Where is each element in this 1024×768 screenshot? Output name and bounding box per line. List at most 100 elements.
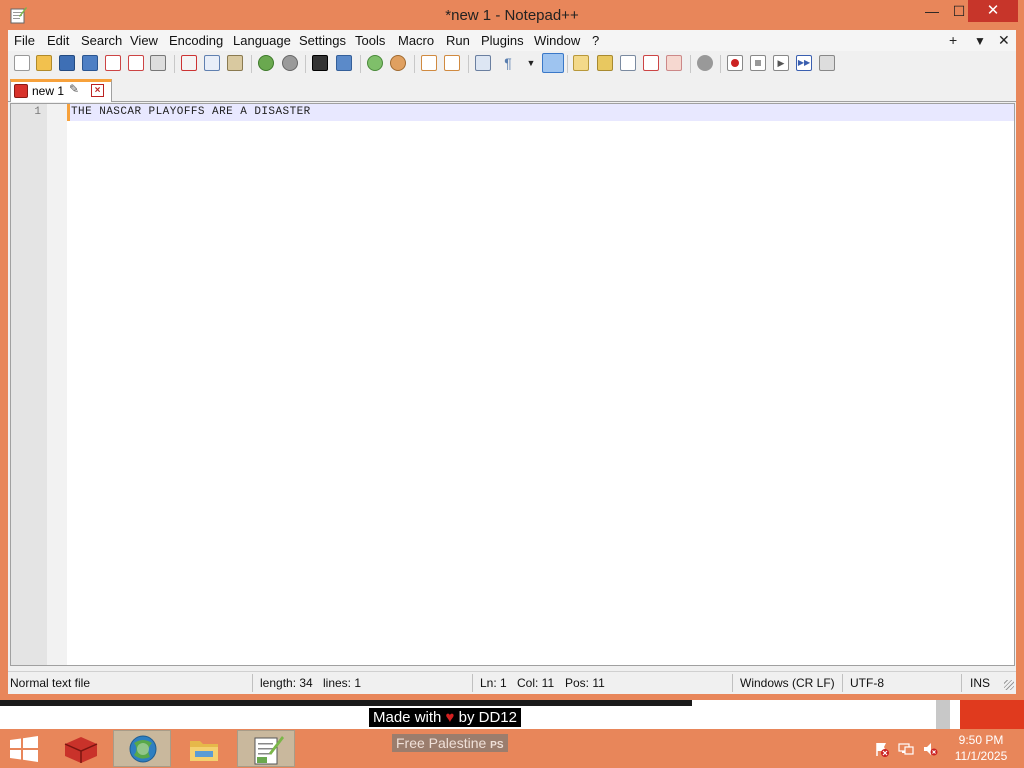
- menu-macro[interactable]: Macro: [398, 33, 434, 48]
- title-bar[interactable]: *new 1 - Notepad++ — ☐ ✕: [0, 0, 1024, 30]
- menu-language[interactable]: Language: [233, 33, 291, 48]
- clock-time: 9:50 PM: [958, 733, 1004, 747]
- zoom-in-icon[interactable]: [367, 55, 383, 71]
- record-macro-icon[interactable]: [727, 55, 743, 71]
- pin-icon[interactable]: ✎: [69, 82, 79, 96]
- doc-map-icon[interactable]: [597, 55, 613, 71]
- menu-run[interactable]: Run: [446, 33, 470, 48]
- windows-start-icon[interactable]: [10, 736, 38, 762]
- stop-macro-icon[interactable]: [750, 55, 766, 71]
- network-icon[interactable]: [898, 741, 914, 757]
- taskbar-app-notepadpp[interactable]: [237, 730, 295, 767]
- menu-search[interactable]: Search: [81, 33, 122, 48]
- editor-line-text[interactable]: THE NASCAR PLAYOFFS ARE A DISASTER: [71, 106, 311, 118]
- unsaved-file-icon: [14, 84, 28, 98]
- toolbar-separator: [720, 55, 721, 73]
- sync-v-icon[interactable]: [421, 55, 437, 71]
- udl-icon[interactable]: [573, 55, 589, 71]
- status-position: Pos: 11: [565, 676, 605, 690]
- free-palestine-text: Free Palestine: [396, 735, 487, 751]
- toolbar-separator: [414, 55, 415, 73]
- taskbar-app-red[interactable]: [52, 730, 110, 767]
- menu-bar: File Edit Search View Encoding Language …: [8, 30, 1016, 51]
- volume-muted-icon[interactable]: [922, 741, 938, 757]
- dropdown-arrow-icon[interactable]: ▼: [523, 55, 539, 71]
- copy-icon[interactable]: [204, 55, 220, 71]
- taskbar-app-browser[interactable]: [113, 730, 171, 767]
- find-icon[interactable]: [312, 55, 328, 71]
- overlay-strip: Made with ♥ by DD12: [0, 700, 1024, 729]
- undo-icon[interactable]: [258, 55, 274, 71]
- red-app-icon: [64, 737, 98, 763]
- menu-window[interactable]: Window: [534, 33, 580, 48]
- menu-help[interactable]: ?: [592, 33, 599, 48]
- taskbar-row: Free Palestine PS 9:50 PM 11/1/2025: [0, 729, 1024, 768]
- status-encoding[interactable]: UTF-8: [850, 676, 884, 690]
- paste-icon[interactable]: [227, 55, 243, 71]
- close-icon[interactable]: [105, 55, 121, 71]
- open-file-icon[interactable]: [36, 55, 52, 71]
- browser-globe-icon: [129, 735, 157, 763]
- taskbar-app-explorer[interactable]: [175, 730, 233, 767]
- word-wrap-icon[interactable]: [475, 55, 491, 71]
- tab-close-icon[interactable]: ×: [91, 84, 104, 97]
- status-separator: [961, 674, 962, 692]
- new-file-icon[interactable]: [14, 55, 30, 71]
- folder-workspace-icon[interactable]: [643, 55, 659, 71]
- tab-list-dropdown-button[interactable]: ▼: [974, 34, 986, 48]
- menu-file[interactable]: File: [14, 33, 35, 48]
- tab-label: new 1: [32, 84, 65, 98]
- run-macro-multiple-icon[interactable]: ▶▶: [796, 55, 812, 71]
- save-macro-icon[interactable]: [819, 55, 835, 71]
- clock-date: 11/1/2025: [954, 749, 1008, 763]
- close-all-icon[interactable]: [128, 55, 144, 71]
- status-separator: [842, 674, 843, 692]
- redo-icon[interactable]: [282, 55, 298, 71]
- client-area: File Edit Search View Encoding Language …: [8, 30, 1016, 694]
- status-bar: Normal text file length: 34 lines: 1 Ln:…: [8, 671, 1016, 693]
- cut-icon[interactable]: [181, 55, 197, 71]
- print-icon[interactable]: [150, 55, 166, 71]
- system-clock[interactable]: 9:50 PM 11/1/2025: [952, 732, 1010, 764]
- status-length: length: 34: [260, 676, 313, 690]
- monitoring-icon[interactable]: [666, 55, 682, 71]
- notepadpp-window: *new 1 - Notepad++ — ☐ ✕ File Edit Searc…: [0, 0, 1024, 700]
- show-all-chars-icon[interactable]: ¶: [500, 55, 516, 71]
- new-tab-plus-button[interactable]: +: [949, 32, 957, 48]
- tab-new-1[interactable]: new 1 ✎ ×: [10, 79, 112, 102]
- menu-edit[interactable]: Edit: [47, 33, 69, 48]
- speech-bubble-icon[interactable]: [697, 55, 713, 71]
- menu-plugins[interactable]: Plugins: [481, 33, 524, 48]
- action-center-flag-icon[interactable]: [874, 741, 890, 757]
- taskbar: Made with ♥ by DD12 Free Palestine PS 9:…: [0, 700, 1024, 768]
- status-file-type: Normal text file: [10, 676, 91, 690]
- close-document-button[interactable]: ✕: [998, 32, 1010, 49]
- status-separator: [472, 674, 473, 692]
- toolbar-separator: [690, 55, 691, 73]
- free-palestine-tag: PS: [490, 740, 504, 751]
- status-eol[interactable]: Windows (CR LF): [740, 676, 835, 690]
- zoom-out-icon[interactable]: [390, 55, 406, 71]
- made-with-banner: Made with ♥ by DD12: [369, 708, 521, 727]
- window-title: *new 1 - Notepad++: [445, 7, 579, 24]
- status-separator: [252, 674, 253, 692]
- indent-guide-icon[interactable]: [542, 53, 564, 73]
- function-list-icon[interactable]: [620, 55, 636, 71]
- status-insert-mode[interactable]: INS: [970, 676, 990, 690]
- status-column: Col: 11: [517, 676, 555, 690]
- text-editor[interactable]: 1 THE NASCAR PLAYOFFS ARE A DISASTER: [10, 103, 1015, 666]
- play-macro-icon[interactable]: ▶: [773, 55, 789, 71]
- save-icon[interactable]: [59, 55, 75, 71]
- banner-suffix: by DD12: [458, 709, 517, 726]
- replace-icon[interactable]: [336, 55, 352, 71]
- minimize-button[interactable]: —: [917, 0, 947, 22]
- menu-encoding[interactable]: Encoding: [169, 33, 223, 48]
- toolbar-separator: [567, 55, 568, 73]
- resize-grip[interactable]: [1004, 680, 1014, 690]
- sync-h-icon[interactable]: [444, 55, 460, 71]
- menu-view[interactable]: View: [130, 33, 158, 48]
- menu-tools[interactable]: Tools: [355, 33, 385, 48]
- close-window-button[interactable]: ✕: [968, 0, 1018, 22]
- menu-settings[interactable]: Settings: [299, 33, 346, 48]
- save-all-icon[interactable]: [82, 55, 98, 71]
